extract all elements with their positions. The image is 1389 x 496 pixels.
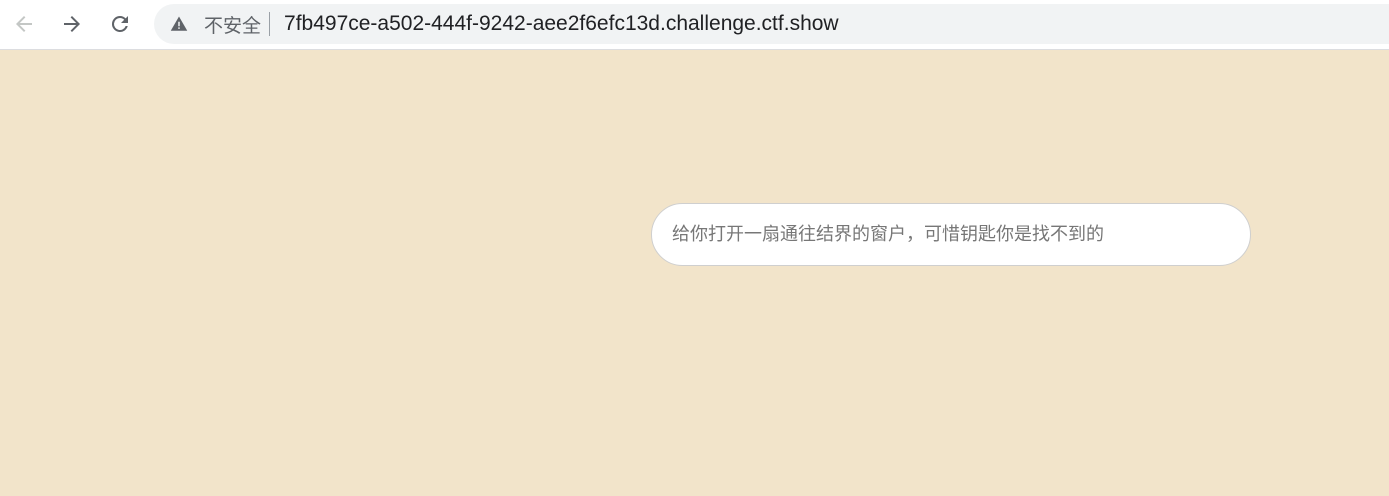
- address-bar[interactable]: 不安全 7fb497ce-a502-444f-9242-aee2f6efc13d…: [154, 4, 1389, 44]
- back-button[interactable]: [8, 8, 40, 40]
- browser-toolbar: 不安全 7fb497ce-a502-444f-9242-aee2f6efc13d…: [0, 0, 1389, 50]
- security-status-label[interactable]: 不安全: [204, 11, 261, 38]
- omnibox-divider: [269, 12, 271, 36]
- warning-icon[interactable]: [170, 14, 190, 34]
- page-content: [0, 50, 1389, 496]
- url-text[interactable]: 7fb497ce-a502-444f-9242-aee2f6efc13d.cha…: [284, 12, 839, 36]
- forward-arrow-icon: [64, 16, 80, 32]
- forward-button[interactable]: [56, 8, 88, 40]
- reload-button[interactable]: [104, 8, 136, 40]
- back-arrow-icon: [16, 16, 32, 32]
- hint-input-field[interactable]: [651, 203, 1251, 266]
- reload-icon: [111, 15, 128, 32]
